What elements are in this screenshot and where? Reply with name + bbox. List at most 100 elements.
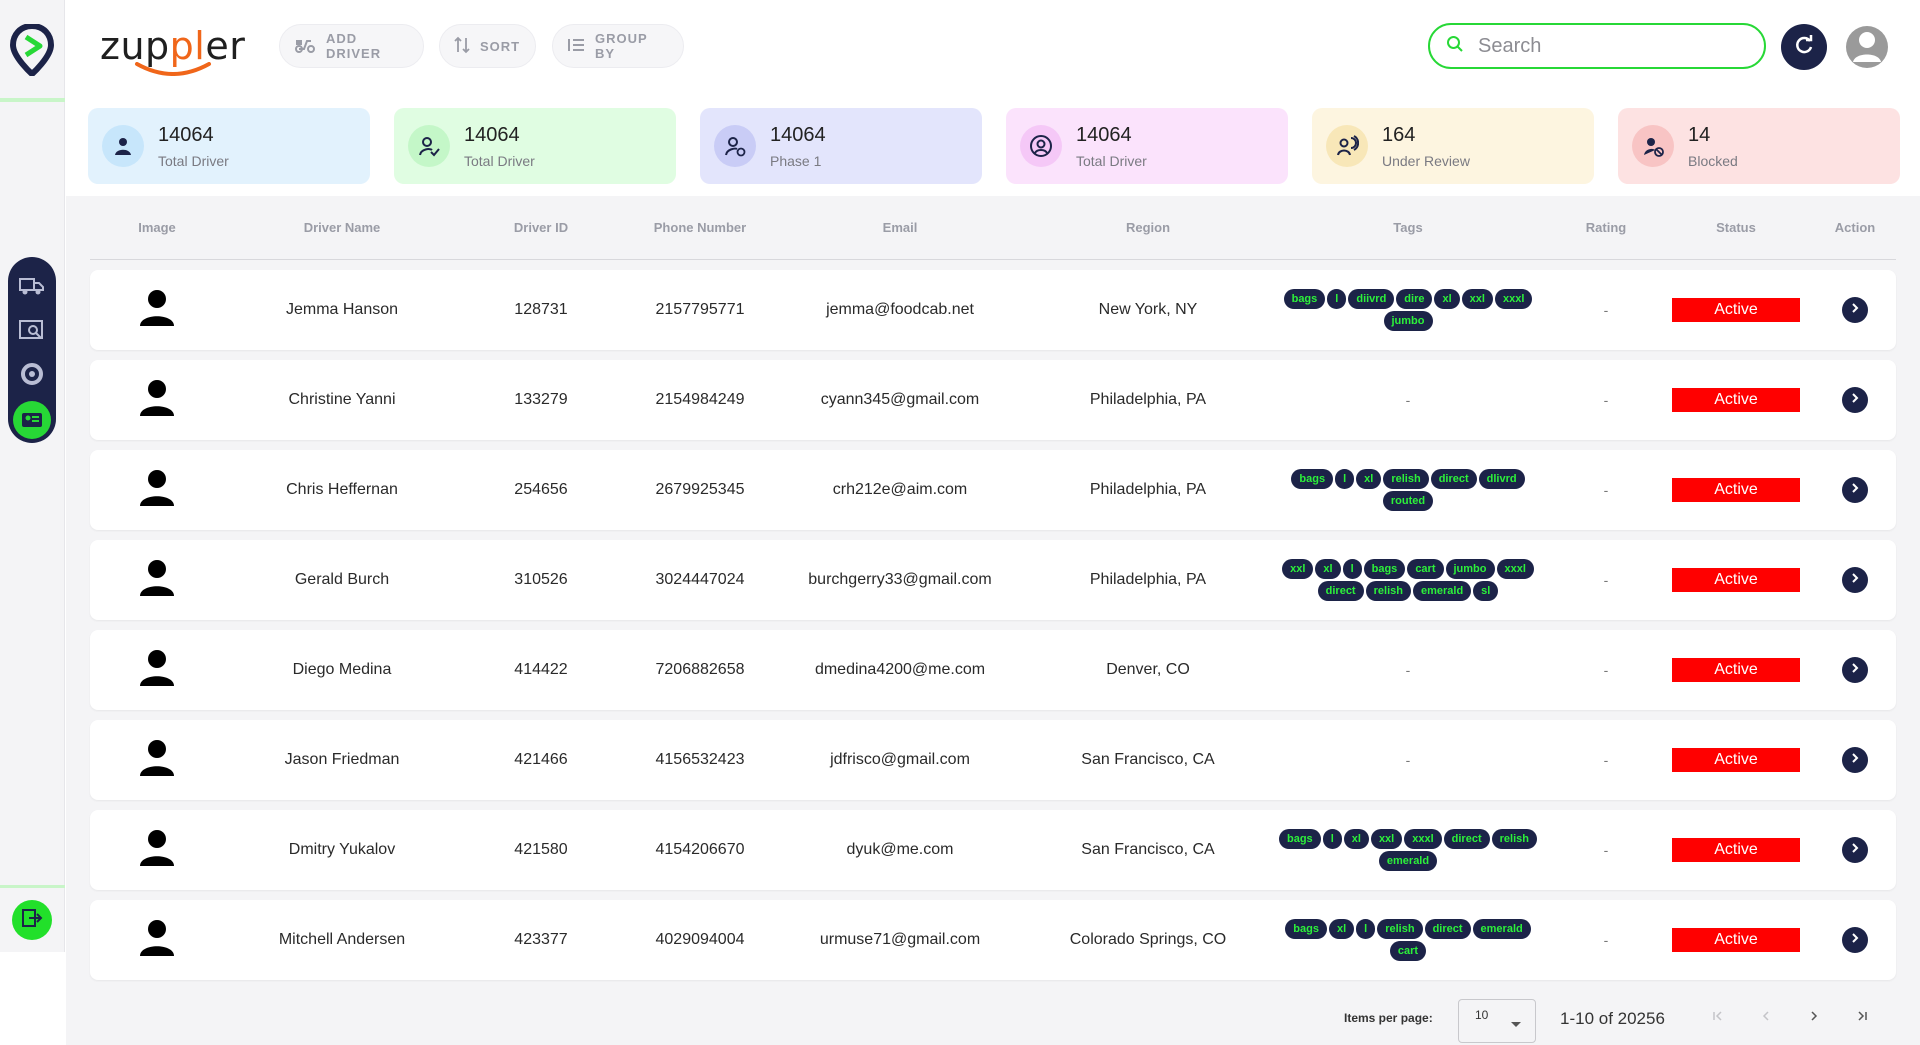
row-action-button[interactable]	[1842, 837, 1868, 863]
first-page-button[interactable]	[1706, 1006, 1730, 1030]
table-row[interactable]: Christine Yanni 133279 2154984249 cyann345@…	[90, 360, 1896, 440]
stat-card[interactable]: 14064 Total Driver	[88, 108, 370, 184]
row-action-button[interactable]	[1842, 567, 1868, 593]
table-row[interactable]: Gerald Burch 310526 3024447024 burchgerry33…	[90, 540, 1896, 620]
column-header[interactable]: Status	[1661, 196, 1811, 260]
sidebar-item-analytics[interactable]	[13, 357, 51, 395]
table-row[interactable]: Diego Medina 414422 7206882658 dmedina4200@…	[90, 630, 1896, 710]
tag-chip[interactable]: relish	[1383, 469, 1429, 489]
next-page-button[interactable]	[1802, 1006, 1826, 1030]
search-input[interactable]	[1478, 34, 1738, 58]
sidebar-item-orders[interactable]	[13, 313, 51, 351]
row-action-button[interactable]	[1842, 927, 1868, 953]
tag-chip[interactable]: bags	[1283, 289, 1326, 309]
tag-chip[interactable]: direct	[1317, 581, 1364, 601]
tag-chip[interactable]: l	[1327, 289, 1347, 309]
tag-chip[interactable]: xl	[1328, 919, 1355, 939]
tag-chip[interactable]: diivrd	[1348, 289, 1395, 309]
stat-label: Under Review	[1382, 152, 1470, 169]
tag-chip[interactable]: xl	[1343, 829, 1369, 849]
tag-chip[interactable]: relish	[1491, 829, 1537, 849]
stat-card[interactable]: 14064 Total Driver	[394, 108, 676, 184]
tag-chip[interactable]: xl	[1315, 559, 1341, 579]
refresh-button[interactable]	[1781, 24, 1827, 70]
tag-list: bags l xl relish direct dlivrd routed	[1278, 469, 1538, 511]
tag-chip[interactable]: emerald	[1378, 851, 1438, 871]
tag-chip[interactable]: l	[1342, 559, 1362, 579]
items-per-page-select[interactable]: 10	[1458, 999, 1536, 1043]
tag-chip[interactable]: xl	[1434, 289, 1460, 309]
column-header[interactable]: Phone Number	[615, 196, 785, 260]
tag-chip[interactable]: bags	[1279, 829, 1321, 849]
column-header[interactable]: Rating	[1566, 196, 1646, 260]
table-row[interactable]: Dmitry Yukalov 421580 4154206670 dyuk@me.co…	[90, 810, 1896, 890]
tag-chip[interactable]: emerald	[1472, 919, 1531, 939]
tag-chip[interactable]: direct	[1430, 469, 1477, 489]
tag-chip[interactable]: bags	[1285, 919, 1327, 939]
chevron-right-icon	[1849, 841, 1861, 859]
tag-chip[interactable]: direct	[1443, 829, 1490, 849]
tag-chip[interactable]: relish	[1377, 919, 1423, 939]
status-cell: Active	[1661, 540, 1811, 620]
tag-chip[interactable]: l	[1356, 919, 1376, 939]
sort-button[interactable]: SORT	[439, 24, 536, 68]
tag-chip[interactable]: jumbo	[1383, 311, 1433, 331]
tag-chip[interactable]: bags	[1291, 469, 1334, 489]
column-header[interactable]: Driver ID	[481, 196, 601, 260]
sidebar-nav	[8, 257, 56, 443]
row-action-button[interactable]	[1842, 387, 1868, 413]
column-header[interactable]: Email	[770, 196, 1030, 260]
tag-chip[interactable]: xxxl	[1404, 829, 1442, 849]
last-page-button[interactable]	[1850, 1006, 1874, 1030]
stat-card[interactable]: 14064 Phase 1	[700, 108, 982, 184]
stat-card[interactable]: 14 Blocked	[1618, 108, 1900, 184]
tag-chip[interactable]: xxl	[1461, 289, 1493, 309]
tag-chip[interactable]: sl	[1473, 581, 1499, 601]
column-header[interactable]: Region	[1018, 196, 1278, 260]
tag-chip[interactable]: xxl	[1370, 829, 1403, 849]
add-driver-button[interactable]: ADD DRIVER	[279, 24, 424, 68]
column-header[interactable]: Action	[1815, 196, 1895, 260]
column-header[interactable]: Driver Name	[217, 196, 467, 260]
column-header[interactable]: Tags	[1268, 196, 1548, 260]
tag-chip[interactable]: xl	[1356, 469, 1382, 489]
tag-chip[interactable]: xxl	[1282, 559, 1314, 579]
tag-chip[interactable]: xxxl	[1494, 289, 1533, 309]
row-action-button[interactable]	[1842, 747, 1868, 773]
sidebar-item-deliveries[interactable]	[13, 269, 51, 307]
tag-chip[interactable]: xxxl	[1496, 559, 1534, 579]
tag-chip[interactable]: dlivrd	[1478, 469, 1525, 489]
tag-chip[interactable]: dire	[1396, 289, 1433, 309]
table-row[interactable]: Jason Friedman 421466 4156532423 jdfrisco@g…	[90, 720, 1896, 800]
user-avatar[interactable]	[1846, 26, 1888, 68]
tag-chip[interactable]: emerald	[1412, 581, 1472, 601]
tag-chip[interactable]: cart	[1407, 559, 1444, 579]
tag-chip[interactable]: l	[1322, 829, 1342, 849]
tag-chip[interactable]: l	[1335, 469, 1355, 489]
row-action-button[interactable]	[1842, 477, 1868, 503]
tag-chip[interactable]: jumbo	[1445, 559, 1495, 579]
stat-card[interactable]: 14064 Total Driver	[1006, 108, 1288, 184]
driver-name-cell: Jemma Hanson	[217, 270, 467, 350]
row-action-button[interactable]	[1842, 657, 1868, 683]
pagination-bar: Items per page: 10 1-10 of 20256	[66, 990, 1920, 1045]
logout-button[interactable]	[12, 900, 52, 940]
tag-chip[interactable]: cart	[1389, 941, 1427, 961]
tag-chip[interactable]: relish	[1365, 581, 1411, 601]
table-row[interactable]: Jemma Hanson 128731 2157795771 jemma@foodca…	[90, 270, 1896, 350]
previous-page-button[interactable]	[1754, 1006, 1778, 1030]
table-row[interactable]: Chris Heffernan 254656 2679925345 crh212e@a…	[90, 450, 1896, 530]
row-action-button[interactable]	[1842, 297, 1868, 323]
table-row[interactable]: Mitchell Andersen 423377 4029094004 urmuse7…	[90, 900, 1896, 980]
avatar-icon	[1846, 26, 1888, 68]
sidebar-item-drivers[interactable]	[13, 401, 51, 439]
tag-chip[interactable]: routed	[1382, 491, 1434, 511]
stat-label: Total Driver	[1076, 152, 1147, 169]
tag-chip[interactable]: direct	[1424, 919, 1471, 939]
group-by-button[interactable]: GROUP BY	[552, 24, 684, 68]
app-logo-icon[interactable]	[9, 22, 55, 79]
tag-chip[interactable]: bags	[1363, 559, 1406, 579]
column-header[interactable]: Image	[97, 196, 217, 260]
stat-card[interactable]: 164 Under Review	[1312, 108, 1594, 184]
stat-value: 14064	[464, 123, 520, 146]
